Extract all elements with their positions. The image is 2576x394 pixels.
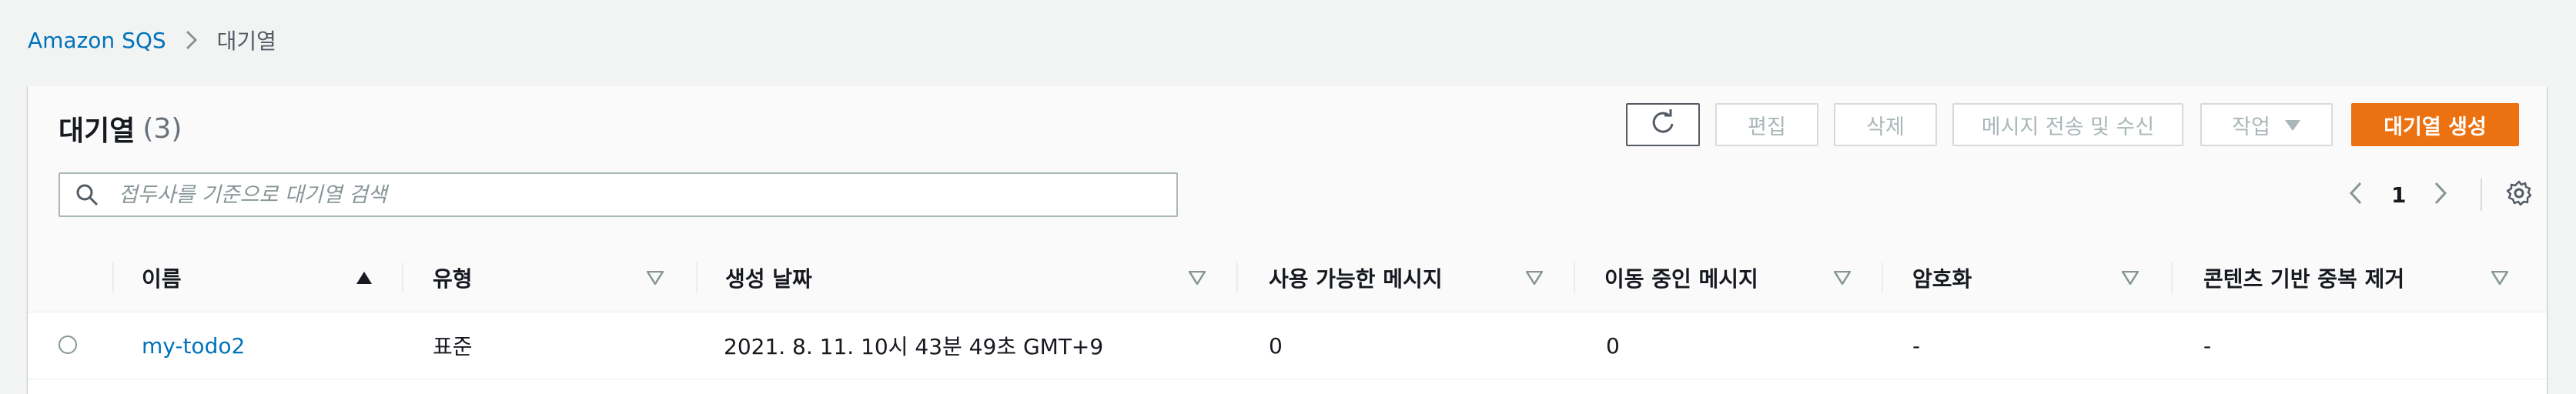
breadcrumb: Amazon SQS 대기열 <box>28 23 276 57</box>
row-select-radio[interactable] <box>59 336 77 354</box>
send-receive-button[interactable]: 메시지 전송 및 수신 <box>1952 103 2183 146</box>
column-header-encryption[interactable]: 암호화 <box>1912 244 1972 312</box>
breadcrumb-current: 대기열 <box>216 28 276 54</box>
column-header-name[interactable]: 이름 <box>142 244 182 312</box>
create-queue-button[interactable]: 대기열 생성 <box>2351 103 2519 146</box>
column-header-type[interactable]: 유형 <box>433 244 473 312</box>
pagination-divider <box>2481 179 2482 211</box>
sort-icon[interactable] <box>1834 244 1851 312</box>
actions-label: 작업 <box>2232 115 2270 139</box>
delete-button[interactable]: 삭제 <box>1834 103 1937 146</box>
table-header: 이름 유형 생성 날짜 사용 가능한 메시지 이동 중인 메시지 암호화 콘텐츠… <box>28 244 2547 312</box>
cell-created: 2021. 8. 11. 10시 43분 49초 GMT+9 <box>724 334 1104 359</box>
queues-panel: 대기열 (3) 편집 삭제 메시지 전송 및 수신 작업 대기열 생성 접두사를… <box>28 86 2547 394</box>
chevron-right-icon <box>2433 181 2448 209</box>
table-settings-button[interactable] <box>2505 172 2533 217</box>
column-divider <box>402 262 403 293</box>
search-input[interactable] <box>117 182 1167 208</box>
column-header-dedup[interactable]: 콘텐츠 기반 중복 제거 <box>2203 244 2404 312</box>
table-row: my-todo2 표준 2021. 8. 11. 10시 43분 49초 GMT… <box>28 312 2547 379</box>
gear-icon <box>2505 179 2533 210</box>
cell-in-flight-messages: 0 <box>1606 332 1620 359</box>
page-title: 대기열 (3) <box>59 109 182 148</box>
caret-down-icon <box>2284 113 2301 137</box>
refresh-icon <box>1649 109 1677 142</box>
edit-button[interactable]: 편집 <box>1715 103 1818 146</box>
queue-name-link[interactable]: my-todo2 <box>142 312 245 379</box>
sort-icon[interactable] <box>2491 244 2508 312</box>
sort-ascending-icon[interactable] <box>356 244 373 312</box>
column-header-available-messages[interactable]: 사용 가능한 메시지 <box>1269 244 1443 312</box>
chevron-left-icon <box>2348 181 2364 209</box>
queue-count: (3) <box>142 112 182 145</box>
page-number[interactable]: 1 <box>2391 172 2406 217</box>
cell-type: 표준 <box>433 334 473 359</box>
column-divider <box>1882 262 1883 293</box>
cell-available-messages: 0 <box>1269 332 1283 359</box>
search-icon <box>75 182 100 207</box>
sort-icon[interactable] <box>1526 244 1543 312</box>
cell-dedup: - <box>2203 332 2212 359</box>
prev-page-button[interactable] <box>2348 172 2364 217</box>
cell-encryption: - <box>1912 332 1921 359</box>
panel-title-text: 대기열 <box>59 115 135 147</box>
chevron-right-icon <box>185 29 199 51</box>
refresh-button[interactable] <box>1626 103 1700 146</box>
column-divider <box>2171 262 2173 293</box>
search-box <box>59 172 1178 217</box>
sort-icon[interactable] <box>647 244 664 312</box>
column-divider <box>1236 262 1238 293</box>
column-header-created[interactable]: 생성 날짜 <box>725 244 812 312</box>
next-page-button[interactable] <box>2433 172 2448 217</box>
queue-name-text[interactable]: my-todo2 <box>142 333 245 359</box>
sort-icon[interactable] <box>2122 244 2139 312</box>
actions-dropdown[interactable]: 작업 <box>2200 103 2333 146</box>
column-divider <box>696 262 698 293</box>
column-divider <box>112 262 114 293</box>
sort-icon[interactable] <box>1189 244 1206 312</box>
breadcrumb-amazon-sqs-link[interactable]: Amazon SQS <box>28 28 166 53</box>
column-header-in-flight-messages[interactable]: 이동 중인 메시지 <box>1604 244 1758 312</box>
column-divider <box>1574 262 1575 293</box>
